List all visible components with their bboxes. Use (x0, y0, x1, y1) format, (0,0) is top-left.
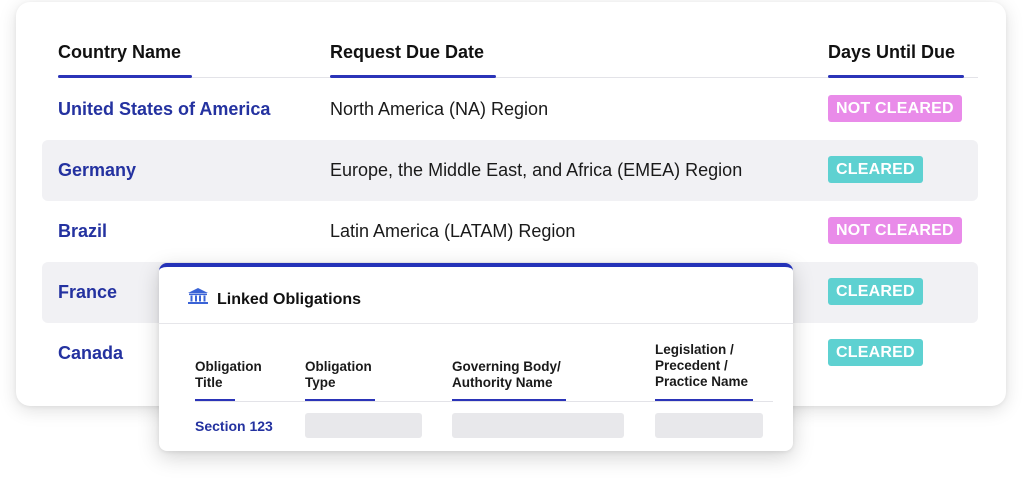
header-days-until-due[interactable]: Days Until Due (828, 42, 955, 63)
status-badge: CLEARED (828, 339, 923, 366)
country-name[interactable]: United States of America (58, 99, 270, 120)
header-request-due-date[interactable]: Request Due Date (330, 42, 484, 63)
region-name: Latin America (LATAM) Region (330, 221, 576, 241)
column-obligation-title[interactable]: Obligation Title (195, 359, 262, 391)
column-header-divider (195, 401, 773, 402)
governing-body-placeholder (452, 413, 624, 438)
table-row[interactable]: United States of America North America (… (42, 79, 978, 140)
column-governing-body[interactable]: Governing Body/ Authority Name (452, 359, 561, 391)
header-country-name[interactable]: Country Name (58, 42, 181, 63)
popup-title: Linked Obligations (217, 291, 362, 308)
country-name[interactable]: Canada (58, 343, 123, 364)
country-name[interactable]: Germany (58, 160, 136, 181)
column-legislation-underline (655, 399, 753, 401)
column-legislation[interactable]: Legislation / Precedent / Practice Name (655, 342, 748, 390)
status-badge: CLEARED (828, 278, 923, 305)
status-badge: CLEARED (828, 156, 923, 183)
country-name[interactable]: France (58, 282, 117, 303)
column-title-underline (195, 399, 235, 401)
obligation-title-link[interactable]: Section 123 (195, 418, 273, 434)
region-name: Europe, the Middle East, and Africa (EME… (330, 160, 743, 180)
obligation-type-placeholder (305, 413, 422, 438)
bank-building-icon (187, 287, 209, 305)
column-body-underline (452, 399, 566, 401)
header-due-date-underline (330, 75, 496, 78)
popup-divider (159, 323, 793, 324)
table-row[interactable]: Brazil Latin America (LATAM) Region NOT … (42, 201, 978, 262)
status-badge: NOT CLEARED (828, 95, 962, 122)
status-badge: NOT CLEARED (828, 217, 962, 244)
column-obligation-type[interactable]: Obligation Type (305, 359, 372, 391)
legislation-placeholder (655, 413, 763, 438)
linked-obligations-popup: Linked Obligations Obligation Title Obli… (159, 263, 793, 451)
header-days-underline (828, 75, 964, 78)
region-name: North America (NA) Region (330, 99, 549, 119)
country-name[interactable]: Brazil (58, 221, 107, 242)
column-type-underline (305, 399, 375, 401)
header-country-underline (58, 75, 192, 78)
table-row[interactable]: Germany Europe, the Middle East, and Afr… (42, 140, 978, 201)
